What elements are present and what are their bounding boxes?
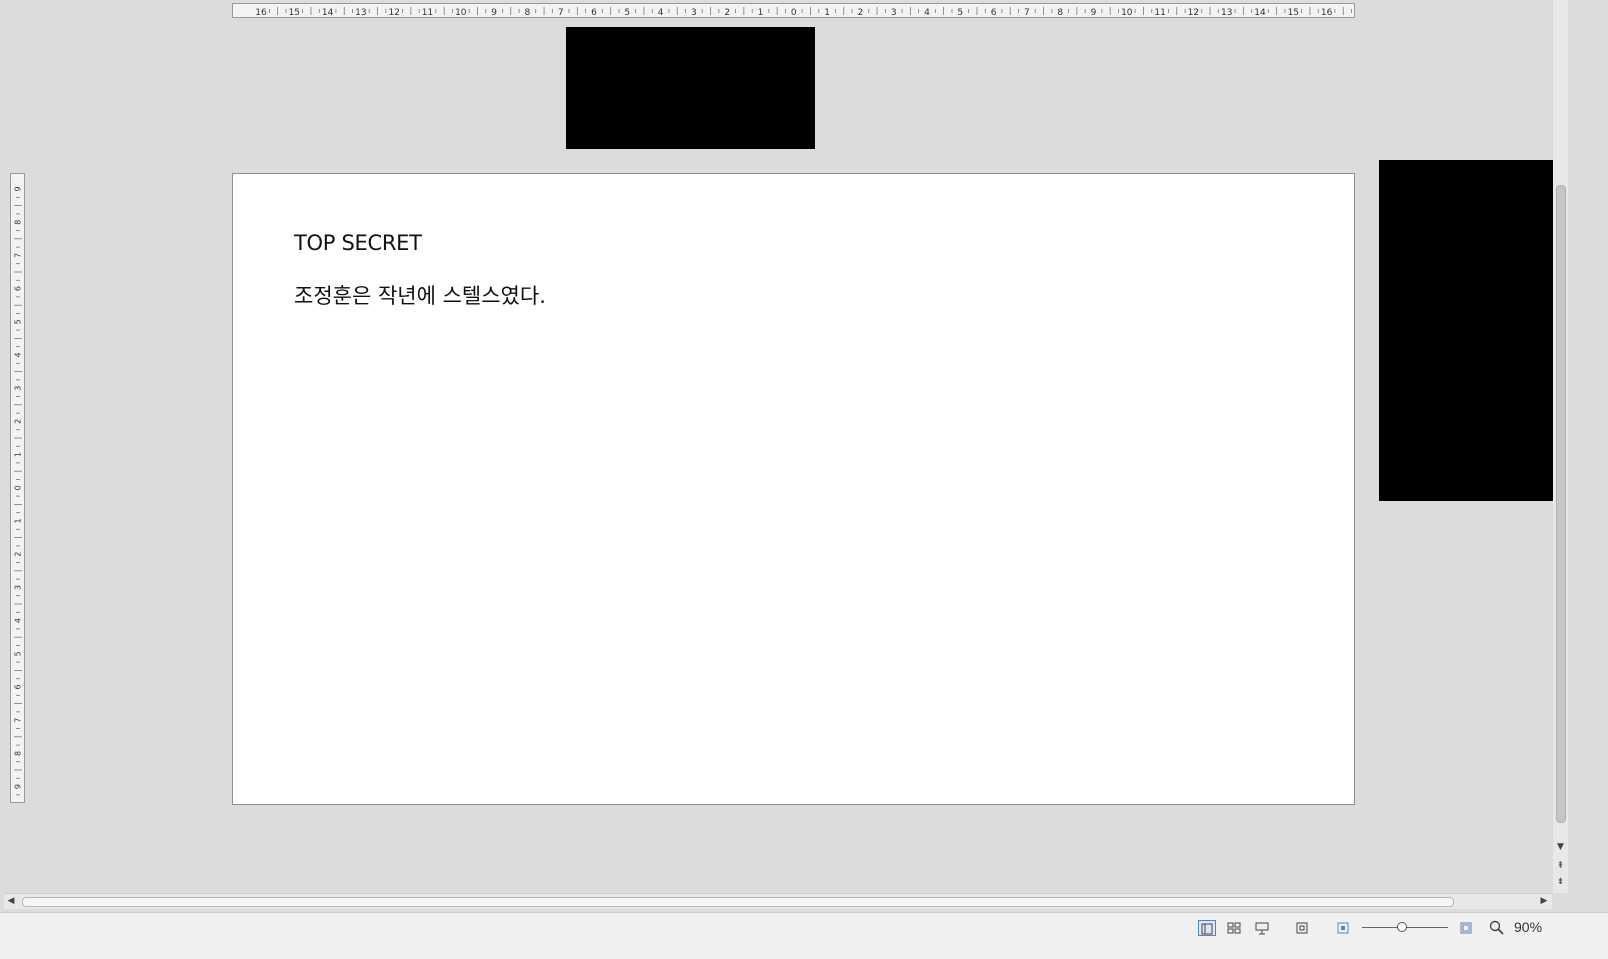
ruler-label: 1 <box>824 8 830 18</box>
horizontal-ruler: 16 15 14 13 12 11 10 9 8 7 6 5 4 3 2 1 0 1 2 3 4 5 6 7 8 9 10 11 12 1… <box>232 3 1355 18</box>
ruler-label: 2 <box>858 8 864 18</box>
slide-title[interactable]: TOP SECRET <box>294 231 422 255</box>
ruler-label: 6 <box>991 8 997 18</box>
ruler-label: 15 <box>289 8 300 18</box>
horizontal-scroll-thumb[interactable] <box>22 897 1454 907</box>
slide-sorter-icon[interactable] <box>1226 920 1244 936</box>
ruler-label: 11 <box>422 8 433 18</box>
redacted-image-top[interactable] <box>566 27 815 149</box>
ruler-label: 5 <box>14 319 23 324</box>
ruler-label: 16 <box>255 8 267 18</box>
ruler-label: 12 <box>1188 8 1199 18</box>
ruler-label: 5 <box>624 8 630 18</box>
ruler-label: 3 <box>14 386 23 391</box>
ruler-label: 6 <box>591 8 597 18</box>
ruler-label: 15 <box>1288 8 1299 18</box>
ruler-label: 10 <box>455 8 467 18</box>
zoom-level-label[interactable]: 90% <box>1514 919 1542 935</box>
vertical-ruler: 9 8 7 6 5 4 3 2 1 0 1 2 3 4 5 6 7 8 9 <box>10 173 25 803</box>
ruler-label: 9 <box>14 186 23 191</box>
next-slide-icon[interactable]: ⇟ <box>1553 875 1568 889</box>
ruler-label: 12 <box>388 8 399 18</box>
ruler-label: 9 <box>1091 8 1097 18</box>
zoom-slider-handle[interactable] <box>1397 922 1407 932</box>
ruler-label: 5 <box>957 8 963 18</box>
ruler-label: 8 <box>525 8 531 18</box>
vertical-scrollbar[interactable]: ▼ ⇞ ⇟ <box>1553 0 1568 893</box>
slide-canvas[interactable]: TOP SECRET 조정훈은 작년에 스텔스였다. <box>232 173 1355 805</box>
scroll-right-icon[interactable]: ▶ <box>1537 894 1551 909</box>
status-bar: 90% <box>0 912 1608 959</box>
ruler-label: 7 <box>1024 8 1030 18</box>
vertical-ruler-scale: 9 8 7 6 5 4 3 2 1 0 1 2 3 4 5 6 7 8 9 <box>14 186 23 796</box>
ruler-label: 9 <box>491 8 497 18</box>
vertical-scroll-thumb[interactable] <box>1556 185 1566 823</box>
slide-body-text[interactable]: 조정훈은 작년에 스텔스였다. <box>294 280 546 310</box>
ruler-label: 6 <box>14 684 23 689</box>
ruler-label: 0 <box>791 8 797 18</box>
zoom-out-icon[interactable] <box>1335 920 1353 936</box>
ruler-label: 4 <box>14 352 23 357</box>
fit-slide-icon[interactable] <box>1294 920 1312 936</box>
ruler-label: 1 <box>14 452 23 457</box>
ruler-label: 3 <box>14 585 23 590</box>
ruler-label: 4 <box>924 8 930 18</box>
redacted-image-right[interactable] <box>1379 160 1553 501</box>
ruler-label: 0 <box>14 485 23 490</box>
ruler-label: 1 <box>758 8 764 18</box>
ruler-label: 14 <box>1254 8 1266 18</box>
ruler-label: 2 <box>14 552 23 557</box>
ruler-label: 13 <box>1221 8 1232 18</box>
ruler-label: 4 <box>658 8 664 18</box>
zoom-fit-icon[interactable] <box>1458 920 1476 936</box>
normal-view-icon[interactable] <box>1198 920 1216 936</box>
ruler-label: 9 <box>14 784 23 789</box>
ruler-label: 8 <box>14 220 23 225</box>
previous-slide-icon[interactable]: ⇞ <box>1553 859 1568 873</box>
zoom-icon[interactable] <box>1489 920 1507 936</box>
ruler-label: 3 <box>891 8 897 18</box>
ruler-label: 7 <box>14 253 23 258</box>
ruler-label: 2 <box>14 419 23 424</box>
ruler-label: 7 <box>14 718 23 723</box>
ruler-label: 6 <box>14 286 23 291</box>
scroll-left-icon[interactable]: ◀ <box>4 894 18 909</box>
ruler-label: 16 <box>1321 8 1333 18</box>
ruler-label: 5 <box>14 651 23 656</box>
reading-view-icon[interactable] <box>1254 920 1272 936</box>
ruler-label: 11 <box>1154 8 1165 18</box>
ruler-label: 14 <box>322 8 334 18</box>
ruler-label: 8 <box>14 751 23 756</box>
ruler-label: 13 <box>355 8 366 18</box>
ruler-label: 8 <box>1057 8 1063 18</box>
ruler-label: 3 <box>691 8 697 18</box>
ruler-label: 4 <box>14 618 23 623</box>
horizontal-ruler-scale: 16 15 14 13 12 11 10 9 8 7 6 5 4 3 2 1 0 1 2 3 4 5 6 7 8 9 10 11 12 1… <box>255 7 1352 18</box>
ruler-label: 2 <box>724 8 730 18</box>
ruler-label: 1 <box>14 518 23 523</box>
horizontal-scrollbar[interactable]: ◀ ▶ <box>4 893 1552 909</box>
ruler-label: 10 <box>1121 8 1133 18</box>
scroll-down-icon[interactable]: ▼ <box>1553 840 1568 854</box>
ruler-label: 7 <box>558 8 564 18</box>
